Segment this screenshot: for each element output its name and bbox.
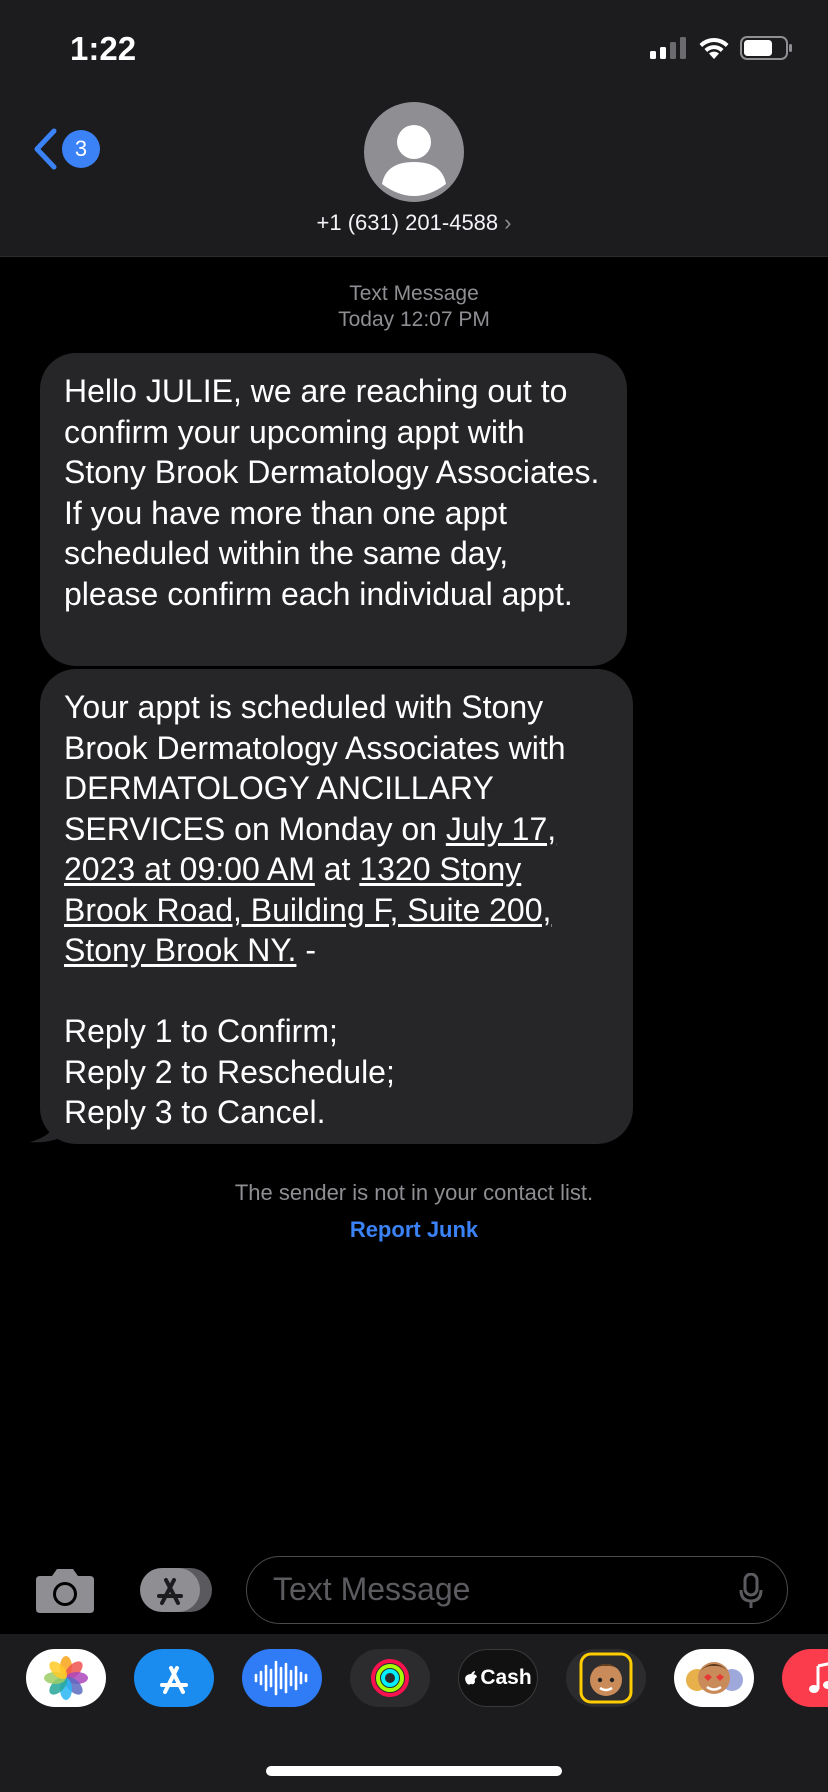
app-store-icon: [160, 1666, 188, 1694]
message-dash: -: [296, 932, 316, 968]
report-junk-link[interactable]: Report Junk: [0, 1217, 828, 1243]
app-store-icon: [140, 1568, 212, 1612]
chevron-right-icon: ›: [504, 210, 512, 235]
reply-reschedule-text: Reply 2 to Reschedule;: [64, 1053, 395, 1090]
memoji-app[interactable]: [566, 1649, 646, 1707]
message-bubble[interactable]: Hello JULIE, we are reaching out to conf…: [40, 353, 627, 666]
status-time: 1:22: [70, 30, 137, 67]
photos-icon: [44, 1656, 88, 1700]
message-connector: at: [314, 851, 360, 887]
apple-logo-icon: [465, 1671, 478, 1685]
service-label: Text Message: [349, 282, 479, 305]
message-timestamp: Today 12:07 PM: [338, 308, 490, 331]
home-indicator[interactable]: [266, 1766, 562, 1776]
audio-message-app[interactable]: [242, 1649, 322, 1707]
message-text: Your appt is scheduled with Stony Brook …: [64, 687, 609, 971]
memoji-stickers-icon: [686, 1662, 743, 1694]
apple-cash-app[interactable]: Cash: [458, 1649, 538, 1707]
battery-icon: [740, 36, 792, 60]
message-bubble[interactable]: Your appt is scheduled with Stony Brook …: [40, 669, 633, 1144]
music-note-icon: [809, 1662, 828, 1693]
microphone-icon[interactable]: [739, 1573, 763, 1609]
reply-confirm-text: Reply 1 to Confirm;: [64, 1013, 338, 1049]
memoji-face-icon: [579, 1652, 633, 1704]
memoji-stickers-app[interactable]: [674, 1649, 754, 1707]
camera-button[interactable]: [34, 1566, 96, 1619]
bubble-tail: [30, 1104, 66, 1143]
apple-cash-label: Cash: [480, 1666, 532, 1689]
conversation-header: 1:22 3 +1 (631) 201-4588 ›: [0, 0, 828, 257]
wifi-icon: [699, 37, 729, 59]
status-icons: [650, 36, 794, 60]
message-input[interactable]: Text Message: [246, 1556, 788, 1624]
waveform-icon: [254, 1660, 308, 1696]
contact-avatar[interactable]: [364, 102, 464, 202]
message-input-placeholder: Text Message: [273, 1571, 471, 1607]
reply-cancel-text: Reply 3 to Cancel.: [64, 1094, 326, 1130]
unread-badge: 3: [62, 130, 100, 168]
photos-app[interactable]: [26, 1649, 106, 1707]
unknown-sender-notice: The sender is not in your contact list.: [234, 1180, 594, 1205]
contact-name-button[interactable]: +1 (631) 201-4588 ›: [0, 210, 828, 236]
app-store-app[interactable]: [134, 1649, 214, 1707]
chevron-left-icon: [34, 128, 57, 170]
cellular-signal-icon: [650, 37, 686, 59]
person-icon: [382, 125, 446, 196]
activity-app[interactable]: [350, 1649, 430, 1707]
message-text: Hello JULIE, we are reaching out to conf…: [64, 373, 600, 612]
contact-number: +1 (631) 201-4588: [316, 210, 499, 235]
activity-rings-icon: [371, 1659, 409, 1697]
back-button[interactable]: 3: [32, 128, 100, 170]
app-drawer-button[interactable]: [138, 1566, 214, 1619]
camera-icon: [36, 1569, 94, 1613]
message-meta: Text Message Today 12:07 PM: [0, 281, 828, 333]
